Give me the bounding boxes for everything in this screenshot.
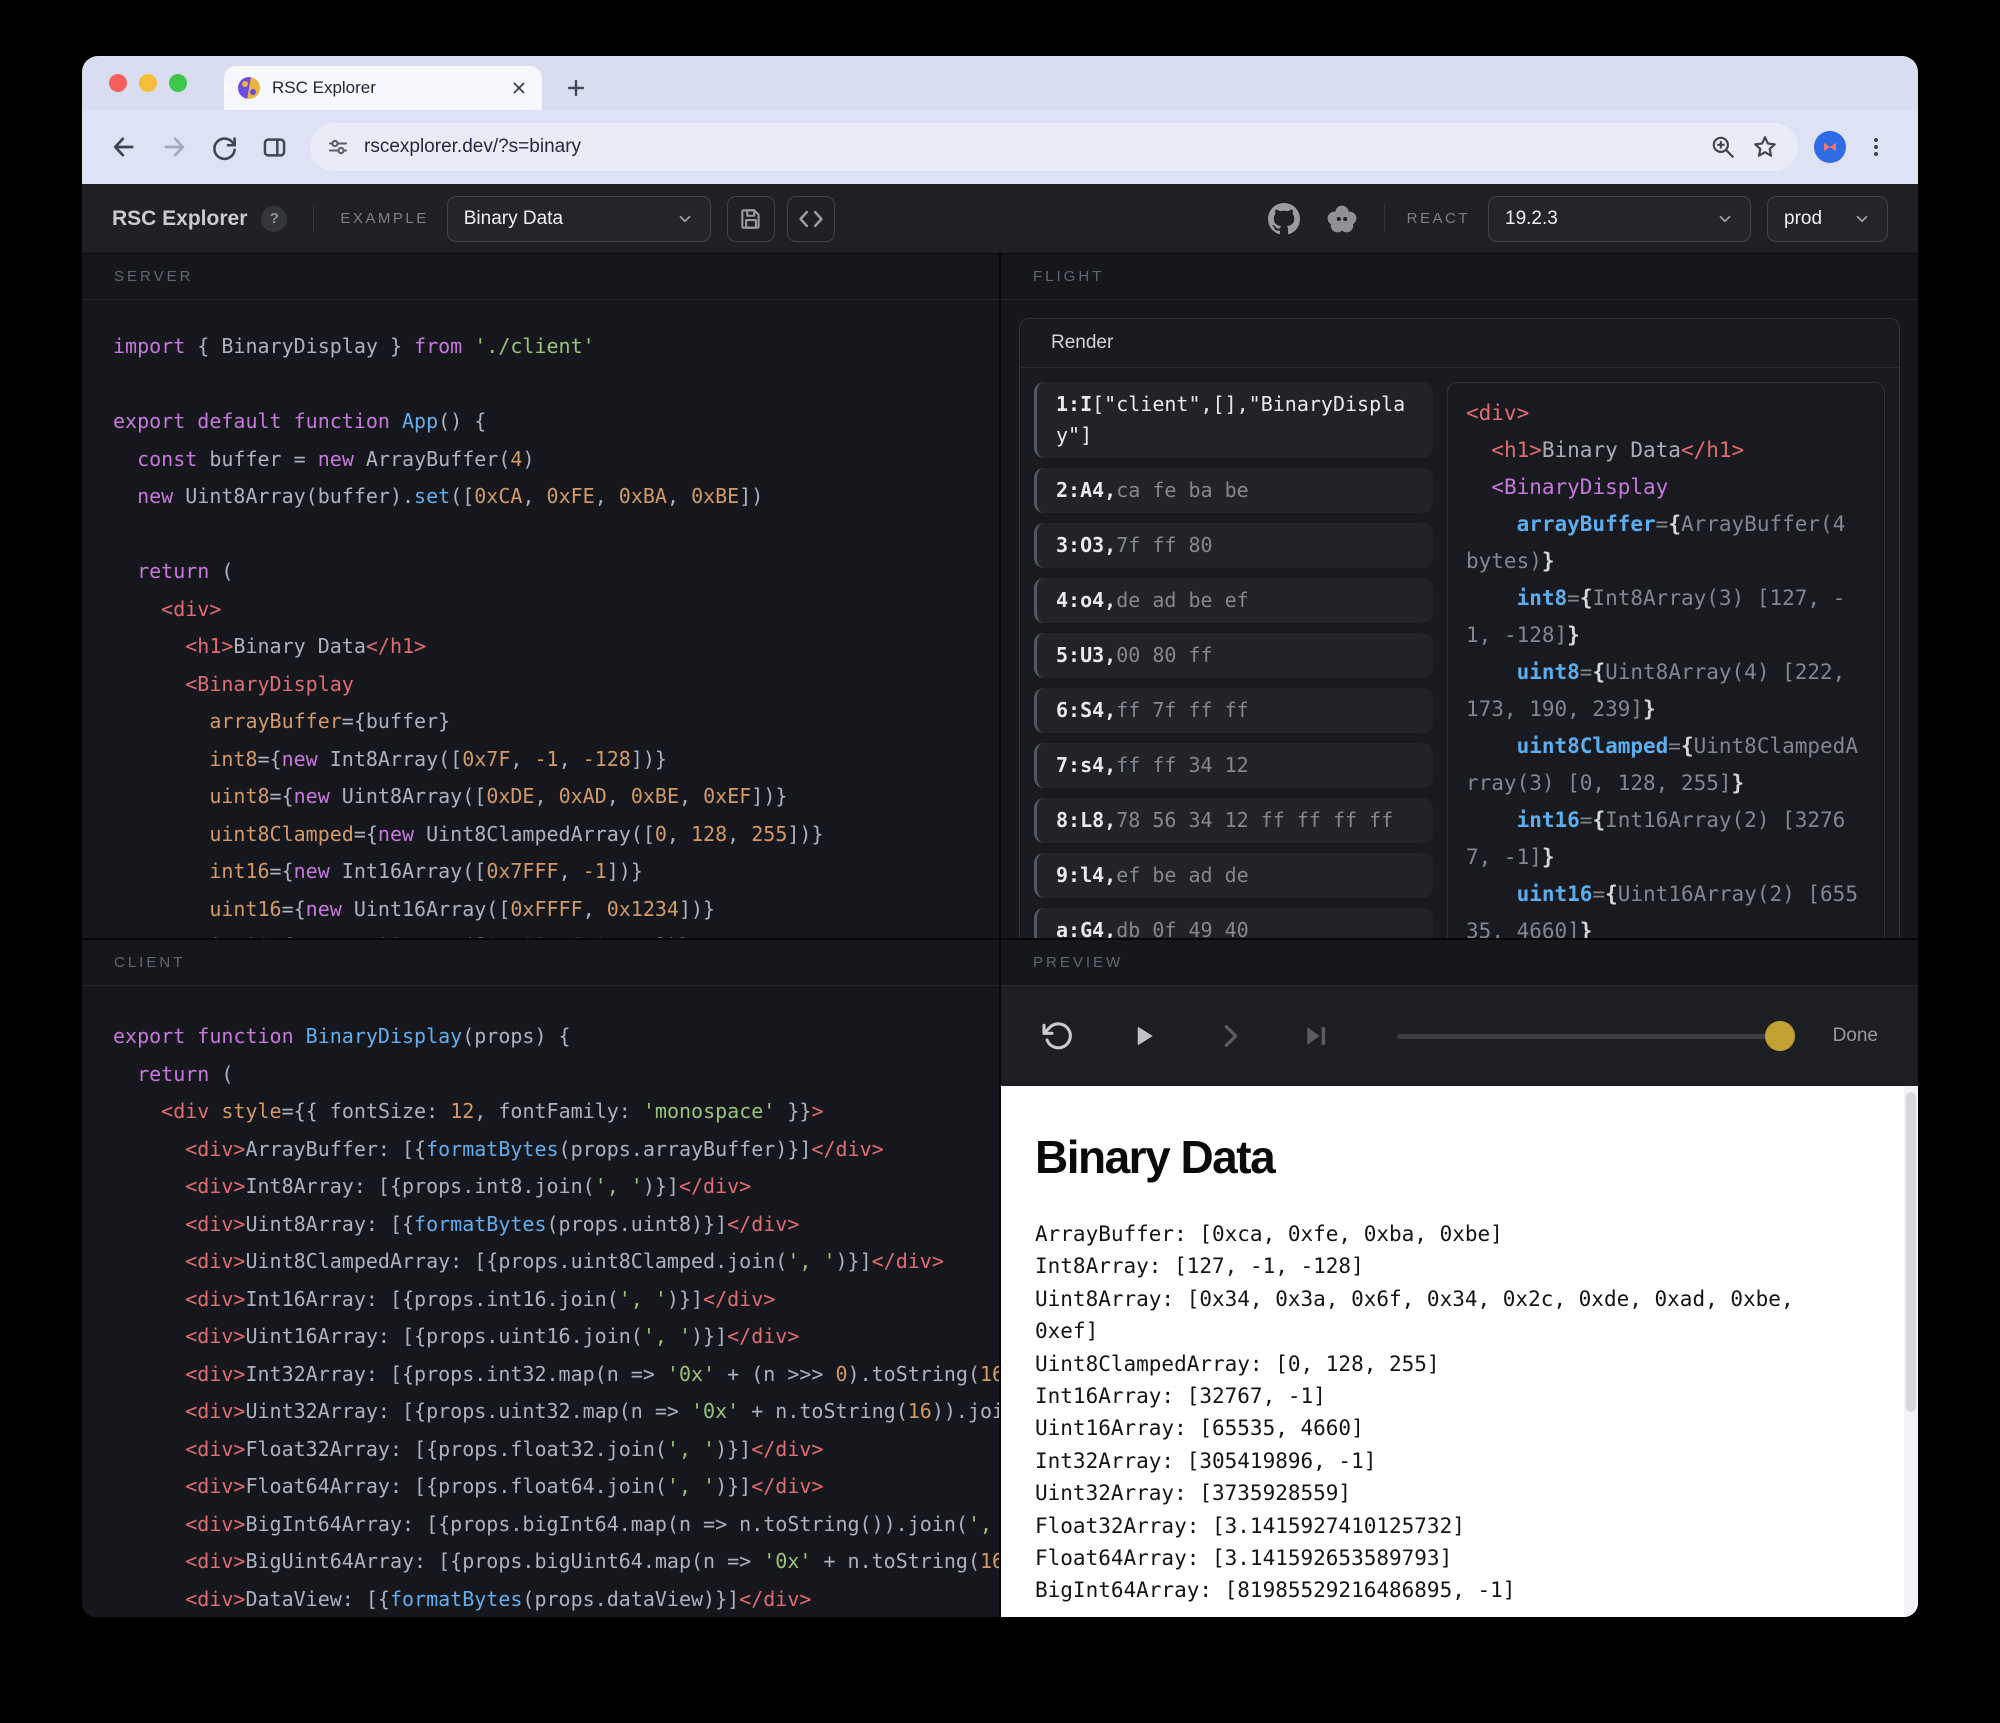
flight-row[interactable]: a:G4,db 0f 49 40 <box>1034 908 1433 938</box>
preview-scrollbar[interactable] <box>1904 1086 1918 1617</box>
app-title: RSC Explorer <box>112 206 248 230</box>
minimize-window-button[interactable] <box>139 74 157 92</box>
example-select-value: Binary Data <box>463 207 564 229</box>
render-card: Render 1:I["client",[],"BinaryDisplay"] 2… <box>1019 318 1900 938</box>
view-code-button[interactable] <box>786 195 835 242</box>
back-icon[interactable] <box>104 127 144 167</box>
preview-lines: ArrayBuffer: [0xca, 0xfe, 0xba, 0xbe] Int… <box>1035 1222 1807 1603</box>
slider-knob[interactable] <box>1764 1021 1795 1051</box>
preview-heading: Binary Data <box>1035 1131 1276 1183</box>
mascot-icon[interactable] <box>1326 203 1358 235</box>
preview-panel: PREVIEW Done Binary Data ArrayBuffer: [0… <box>1001 940 1918 1617</box>
react-version-select[interactable]: 19.2.3 <box>1488 195 1751 242</box>
status-done-label: Done <box>1832 1025 1878 1046</box>
flight-panel-header: FLIGHT <box>1001 254 1918 300</box>
server-panel: SERVER import { BinaryDisplay } from './… <box>82 254 1001 940</box>
new-tab-button[interactable] <box>564 76 588 100</box>
flight-row[interactable]: 8:L8,78 56 34 12 ff ff ff ff <box>1034 798 1433 843</box>
bookmark-star-icon[interactable] <box>1748 130 1782 164</box>
chevron-down-icon <box>679 215 691 222</box>
chevron-down-icon <box>1719 215 1731 222</box>
example-label: EXAMPLE <box>340 210 429 227</box>
side-panel-icon[interactable] <box>254 127 294 167</box>
server-editor[interactable]: import { BinaryDisplay } from './client'… <box>82 300 999 938</box>
server-panel-header: SERVER <box>82 254 999 300</box>
timeline-slider[interactable] <box>1397 1019 1795 1053</box>
window-controls <box>109 74 187 92</box>
tab-strip: RSC Explorer <box>82 56 1918 110</box>
react-version-value: 19.2.3 <box>1505 207 1558 229</box>
client-panel-header: CLIENT <box>82 940 999 986</box>
flight-row[interactable]: 9:l4,ef be ad de <box>1034 853 1433 898</box>
flight-row[interactable]: 1:I["client",[],"BinaryDisplay"] <box>1034 382 1433 458</box>
restart-icon[interactable] <box>1041 1019 1075 1053</box>
flight-row[interactable]: 4:o4,de ad be ef <box>1034 578 1433 623</box>
render-title: Render <box>1020 319 1899 368</box>
maximize-window-button[interactable] <box>169 74 187 92</box>
flight-jsx-tree: <div> <h1>Binary Data</h1> <BinaryDispla… <box>1447 382 1885 938</box>
divider <box>313 204 315 233</box>
flight-row[interactable]: 5:U3,00 80 ff <box>1034 633 1433 678</box>
flight-row-list: 1:I["client",[],"BinaryDisplay"] 2:A4,ca … <box>1034 382 1433 938</box>
tune-icon[interactable] <box>326 135 350 159</box>
env-select[interactable]: prod <box>1767 195 1888 242</box>
react-label: REACT <box>1406 210 1470 227</box>
app-header: RSC Explorer ? EXAMPLE Binary Data REACT… <box>82 184 1918 254</box>
chevron-down-icon <box>1856 215 1868 222</box>
url-text[interactable]: rscexplorer.dev/?s=binary <box>364 136 1706 158</box>
url-bar[interactable]: rscexplorer.dev/?s=binary <box>310 123 1798 171</box>
reload-icon[interactable] <box>204 127 244 167</box>
main-grid: SERVER import { BinaryDisplay } from './… <box>82 254 1918 1617</box>
preview-output: Binary Data ArrayBuffer: [0xca, 0xfe, 0x… <box>1001 1086 1918 1617</box>
env-select-value: prod <box>1784 207 1823 229</box>
step-forward-icon[interactable] <box>1213 1019 1247 1053</box>
save-icon <box>741 208 760 229</box>
client-editor[interactable]: export function BinaryDisplay(props) { r… <box>82 986 999 1617</box>
flight-row[interactable]: 3:O3,7f ff 80 <box>1034 523 1433 568</box>
browser-toolbar: rscexplorer.dev/?s=binary <box>82 110 1918 184</box>
browser-window: RSC Explorer rscexplorer.dev/?s=binary R… <box>82 56 1918 1617</box>
playback-controls: Done <box>1001 986 1918 1086</box>
slider-track[interactable] <box>1397 1034 1793 1039</box>
example-select[interactable]: Binary Data <box>446 195 711 242</box>
preview-scrollbar-thumb[interactable] <box>1906 1092 1916 1412</box>
help-button[interactable]: ? <box>261 205 288 232</box>
profile-avatar[interactable] <box>1814 131 1846 163</box>
divider <box>1383 204 1385 233</box>
flight-row[interactable]: 2:A4,ca fe ba be <box>1034 468 1433 513</box>
save-button[interactable] <box>726 195 775 242</box>
play-icon[interactable] <box>1127 1019 1161 1053</box>
flight-row[interactable]: 7:s4,ff ff 34 12 <box>1034 743 1433 788</box>
client-panel: CLIENT export function BinaryDisplay(pro… <box>82 940 1001 1617</box>
github-icon[interactable] <box>1267 202 1300 235</box>
zoom-icon[interactable] <box>1706 130 1740 164</box>
site-favicon-icon <box>238 77 260 99</box>
skip-to-end-icon[interactable] <box>1299 1019 1333 1053</box>
close-tab-icon[interactable] <box>510 79 528 97</box>
close-window-button[interactable] <box>109 74 127 92</box>
tab-title: RSC Explorer <box>272 78 376 97</box>
flight-panel: FLIGHT Render 1:I["client",[],"BinaryDis… <box>1001 254 1918 940</box>
forward-icon[interactable] <box>154 127 194 167</box>
preview-panel-header: PREVIEW <box>1001 940 1918 986</box>
flight-body: Render 1:I["client",[],"BinaryDisplay"] 2… <box>1001 300 1918 938</box>
code-brackets-icon <box>799 210 823 227</box>
browser-menu-icon[interactable] <box>1856 127 1896 167</box>
flight-row[interactable]: 6:S4,ff 7f ff ff <box>1034 688 1433 733</box>
browser-tab[interactable]: RSC Explorer <box>224 66 542 110</box>
